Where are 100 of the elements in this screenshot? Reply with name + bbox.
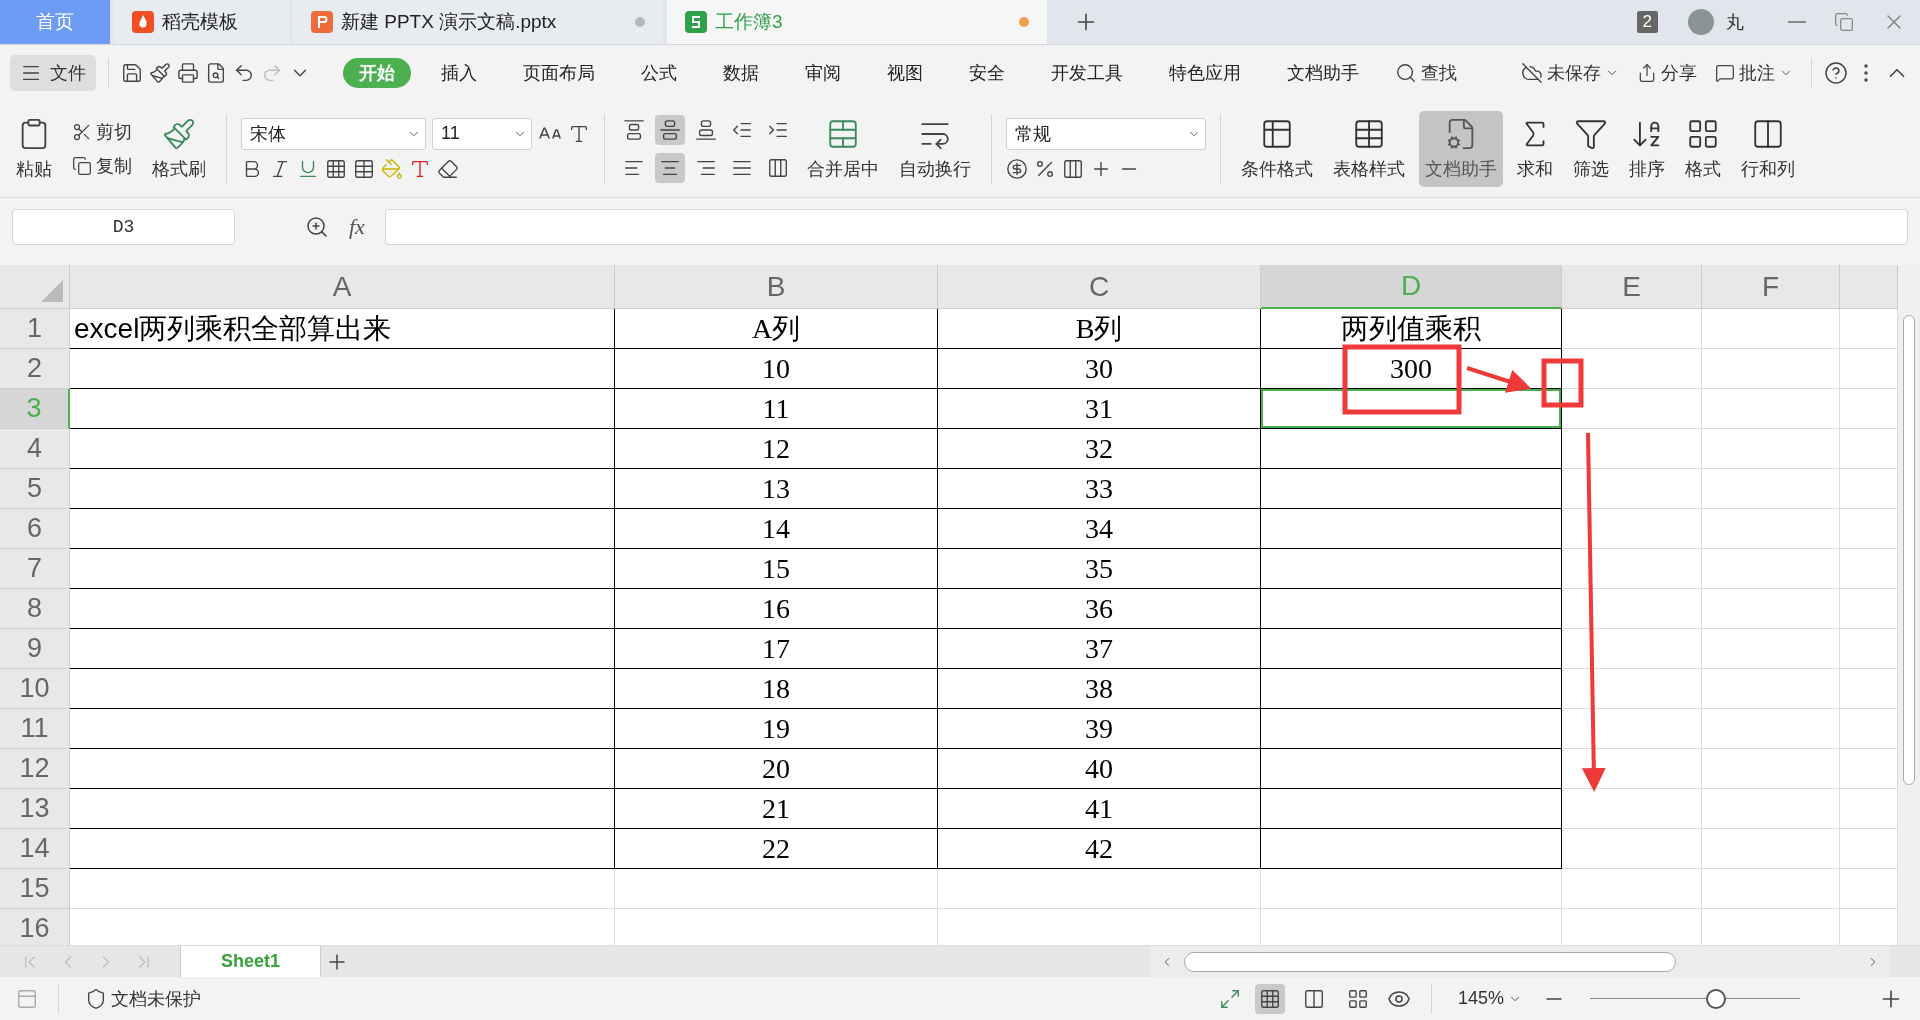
- table-cell: 40: [938, 749, 1261, 789]
- ribbon-tab[interactable]: 安全: [953, 57, 1021, 88]
- share-icon: [1637, 62, 1657, 83]
- wrap-text-button[interactable]: 自动换行: [893, 110, 977, 187]
- column-header[interactable]: C: [938, 265, 1261, 309]
- column-header[interactable]: F: [1702, 265, 1840, 309]
- triangle-icon: [41, 280, 63, 302]
- save-status-button[interactable]: 未保存: [1515, 59, 1625, 86]
- border-icon[interactable]: [325, 157, 347, 180]
- format-painter-button[interactable]: 格式刷: [146, 110, 212, 187]
- ribbon-tab[interactable]: 视图: [871, 57, 939, 88]
- ribbon-tab[interactable]: 插入: [425, 57, 493, 88]
- shield-icon: [85, 987, 107, 1010]
- row-header[interactable]: 12: [0, 749, 70, 789]
- row-header[interactable]: 16: [0, 909, 70, 945]
- ribbon-tool-button[interactable]: 文档助手: [1419, 110, 1503, 187]
- currency-icon[interactable]: [1006, 157, 1028, 180]
- view-mode-button[interactable]: [1254, 983, 1285, 1014]
- row-header[interactable]: 6: [0, 509, 70, 549]
- format-brush-icon[interactable]: [149, 61, 171, 84]
- fullscreen-icon[interactable]: [1218, 987, 1241, 1010]
- search-button[interactable]: 查找: [1389, 59, 1463, 86]
- view-mode-icon: [1258, 987, 1281, 1010]
- zoom-search-icon[interactable]: [305, 214, 329, 239]
- share-button[interactable]: 分享: [1631, 59, 1703, 86]
- ribbon-tab[interactable]: 页面布局: [507, 57, 611, 88]
- ribbon-tool-button[interactable]: 格式: [1679, 110, 1727, 187]
- row-header[interactable]: 11: [0, 709, 70, 749]
- document-tab[interactable]: 新建 PPTX 演示文稿.pptx: [293, 0, 663, 44]
- row-header[interactable]: 1: [0, 309, 70, 349]
- print-icon[interactable]: [177, 61, 199, 84]
- ribbon-tab[interactable]: 文档助手: [1271, 57, 1375, 88]
- row-header[interactable]: 8: [0, 589, 70, 629]
- column-header[interactable]: B: [615, 265, 938, 309]
- row-header[interactable]: 7: [0, 549, 70, 589]
- table-cell: excel两列乘积全部算出来: [70, 309, 615, 349]
- zoom-level-select[interactable]: 145%: [1451, 987, 1528, 1010]
- save-icon[interactable]: [121, 61, 143, 84]
- ribbon-tool-button[interactable]: 筛选: [1567, 110, 1615, 187]
- restore-icon: [1834, 12, 1854, 32]
- presentation-file-icon: [311, 11, 333, 33]
- table-cell: 30: [938, 349, 1261, 389]
- table-cell: 38: [938, 669, 1261, 709]
- cloud-icon: [1521, 61, 1543, 84]
- copy-icon: [72, 155, 92, 176]
- copy-button[interactable]: 复制: [66, 152, 138, 179]
- view-mode-icon: [1302, 987, 1325, 1010]
- ribbon-tab[interactable]: 审阅: [789, 57, 857, 88]
- ribbon-tab[interactable]: 特色应用: [1153, 57, 1257, 88]
- row-header[interactable]: 9: [0, 629, 70, 669]
- ribbon-tab[interactable]: 开发工具: [1035, 57, 1139, 88]
- function-label[interactable]: fx: [349, 213, 365, 240]
- table-cell: 37: [938, 629, 1261, 669]
- number-format-select[interactable]: 常规: [1006, 117, 1206, 150]
- table-cell: 19: [615, 709, 938, 749]
- formula-input[interactable]: [384, 208, 1908, 245]
- file-menu-button[interactable]: 文件: [10, 54, 96, 91]
- ribbon-tab[interactable]: 数据: [707, 57, 775, 88]
- ribbon-tool-button[interactable]: 行和列: [1735, 110, 1801, 187]
- row-header[interactable]: 13: [0, 789, 70, 829]
- row-header[interactable]: 10: [0, 669, 70, 709]
- font-size-select[interactable]: 11: [432, 117, 532, 150]
- scissors-icon: [72, 121, 92, 142]
- cut-button[interactable]: 剪切: [66, 118, 138, 145]
- spreadsheet-file-icon: [685, 11, 707, 33]
- font-select[interactable]: 宋体: [241, 117, 426, 150]
- row-header[interactable]: 4: [0, 429, 70, 469]
- table-cell: 17: [615, 629, 938, 669]
- table-cell: 两列值乘积: [1261, 309, 1562, 349]
- ribbon-tool-button[interactable]: 求和: [1511, 110, 1559, 187]
- user-name: 丸: [1726, 11, 1744, 34]
- help-icon[interactable]: [1824, 60, 1848, 85]
- merge-center-button[interactable]: 合并居中: [801, 110, 885, 187]
- row-header[interactable]: 2: [0, 349, 70, 389]
- paste-button[interactable]: 粘贴: [10, 110, 58, 187]
- name-box[interactable]: D3: [12, 208, 235, 245]
- zoom-slider-thumb[interactable]: [1706, 988, 1726, 1009]
- protection-status[interactable]: 文档未保护: [79, 985, 207, 1012]
- horizontal-scrollbar[interactable]: [1150, 946, 1890, 977]
- ribbon-tool-button[interactable]: 条件格式: [1235, 110, 1319, 187]
- row-header[interactable]: 14: [0, 829, 70, 869]
- table-cell: 18: [615, 669, 938, 709]
- ribbon-tool-button[interactable]: 排序: [1623, 110, 1671, 187]
- column-header[interactable]: E: [1562, 265, 1702, 309]
- row-header[interactable]: 5: [0, 469, 70, 509]
- window-count-badge[interactable]: 2: [1636, 11, 1658, 33]
- table-cell: 35: [938, 549, 1261, 589]
- ribbon-tool-button[interactable]: 表格样式: [1327, 110, 1411, 187]
- annotation-arrow: [1466, 366, 1532, 393]
- document-tab[interactable]: 稻壳模板: [114, 0, 289, 44]
- ribbon-tab[interactable]: 公式: [625, 57, 693, 88]
- print-preview-icon[interactable]: [205, 61, 227, 84]
- row-header[interactable]: 15: [0, 869, 70, 909]
- table-cell: 14: [615, 509, 938, 549]
- comment-button[interactable]: 批注: [1709, 59, 1799, 86]
- table-cell: 39: [938, 709, 1261, 749]
- table-cell: 33: [938, 469, 1261, 509]
- column-header[interactable]: A: [70, 265, 615, 309]
- minimize-icon: [1788, 21, 1806, 23]
- eraser-icon[interactable]: [437, 157, 459, 180]
